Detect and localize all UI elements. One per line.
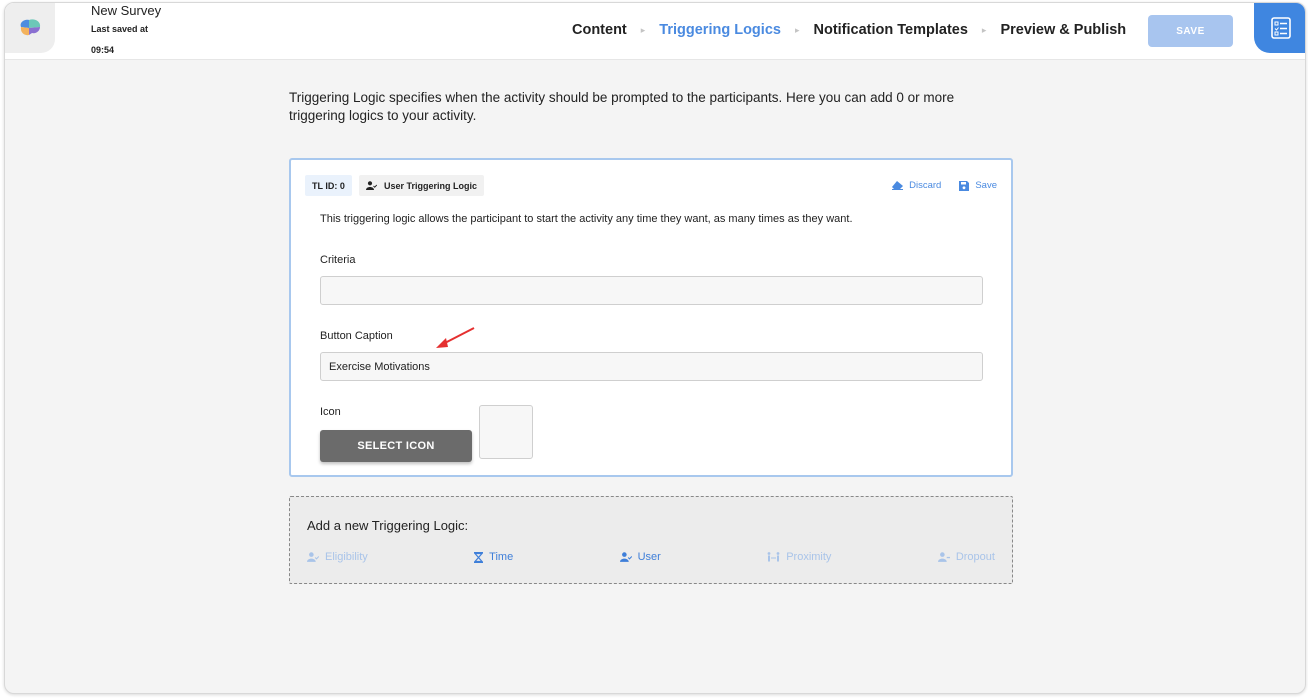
- user-label: User: [637, 551, 661, 563]
- checklist-menu-button[interactable]: [1254, 3, 1305, 53]
- add-triggering-logic-panel: Add a new Triggering Logic: Eligibility …: [289, 496, 1013, 584]
- top-bar: New Survey Last saved at 09:54 Content ▸…: [5, 3, 1305, 60]
- tl-description: This triggering logic allows the partici…: [320, 213, 853, 225]
- add-proximity-option[interactable]: Proximity: [767, 551, 831, 563]
- intro-text: Triggering Logic specifies when the acti…: [289, 90, 955, 123]
- add-user-option[interactable]: User: [619, 551, 661, 563]
- user-check-icon: [307, 552, 319, 562]
- add-time-option[interactable]: Time: [474, 551, 513, 563]
- discard-button[interactable]: Discard: [892, 180, 941, 191]
- nav-step-triggering-logics[interactable]: Triggering Logics: [659, 22, 781, 38]
- nav-step-preview-publish[interactable]: Preview & Publish: [1000, 22, 1126, 38]
- chevron-right-icon: ▸: [640, 24, 646, 35]
- proximity-label: Proximity: [786, 551, 832, 563]
- checklist-icon: [1270, 17, 1291, 39]
- tl-type-badge: User Triggering Logic: [359, 175, 485, 196]
- app-window: New Survey Last saved at 09:54 Content ▸…: [4, 2, 1306, 694]
- save-button[interactable]: SAVE: [1148, 15, 1233, 47]
- user-check-icon: [366, 181, 377, 190]
- nav-step-content[interactable]: Content: [572, 22, 627, 38]
- add-tl-options: Eligibility Time User Proximity Dropout: [307, 551, 995, 563]
- icon-preview[interactable]: [479, 405, 533, 459]
- triggering-logic-card: TL ID: 0 User Triggering Logic Discard S…: [289, 158, 1013, 477]
- card-save-label: Save: [975, 180, 997, 191]
- proximity-icon: [767, 552, 780, 562]
- brain-puzzle-icon: [20, 19, 41, 36]
- time-label: Time: [489, 551, 514, 563]
- tl-type-label: User Triggering Logic: [384, 180, 478, 191]
- chevron-right-icon: ▸: [794, 24, 800, 35]
- nav-step-notification-templates[interactable]: Notification Templates: [813, 22, 967, 38]
- user-minus-icon: [937, 552, 950, 562]
- button-caption-label: Button Caption: [320, 330, 393, 342]
- eraser-icon: [892, 181, 904, 190]
- floppy-disk-icon: [959, 180, 970, 191]
- last-saved-label: Last saved at: [91, 24, 149, 34]
- app-logo[interactable]: [5, 3, 55, 53]
- add-dropout-option[interactable]: Dropout: [937, 551, 995, 563]
- step-navigation: Content ▸ Triggering Logics ▸ Notificati…: [572, 22, 1126, 38]
- card-actions: Discard Save: [892, 180, 997, 191]
- discard-label: Discard: [909, 180, 942, 191]
- eligibility-label: Eligibility: [325, 551, 368, 563]
- tl-id-badge: TL ID: 0: [305, 175, 352, 196]
- button-caption-input[interactable]: [320, 352, 983, 381]
- select-icon-button[interactable]: SELECT ICON: [320, 430, 472, 462]
- hourglass-icon: [474, 551, 484, 563]
- chevron-right-icon: ▸: [981, 24, 987, 35]
- criteria-input[interactable]: [320, 276, 983, 305]
- last-saved-time: 09:54: [91, 45, 115, 55]
- user-check-icon: [619, 552, 632, 562]
- icon-label: Icon: [320, 406, 341, 418]
- annotation-arrow-icon: [436, 327, 475, 348]
- add-eligibility-option[interactable]: Eligibility: [307, 551, 368, 563]
- survey-title[interactable]: New Survey: [91, 3, 161, 18]
- card-save-button[interactable]: Save: [959, 180, 997, 191]
- dropout-label: Dropout: [955, 551, 995, 563]
- add-tl-title: Add a new Triggering Logic:: [307, 518, 469, 533]
- criteria-label: Criteria: [320, 254, 356, 266]
